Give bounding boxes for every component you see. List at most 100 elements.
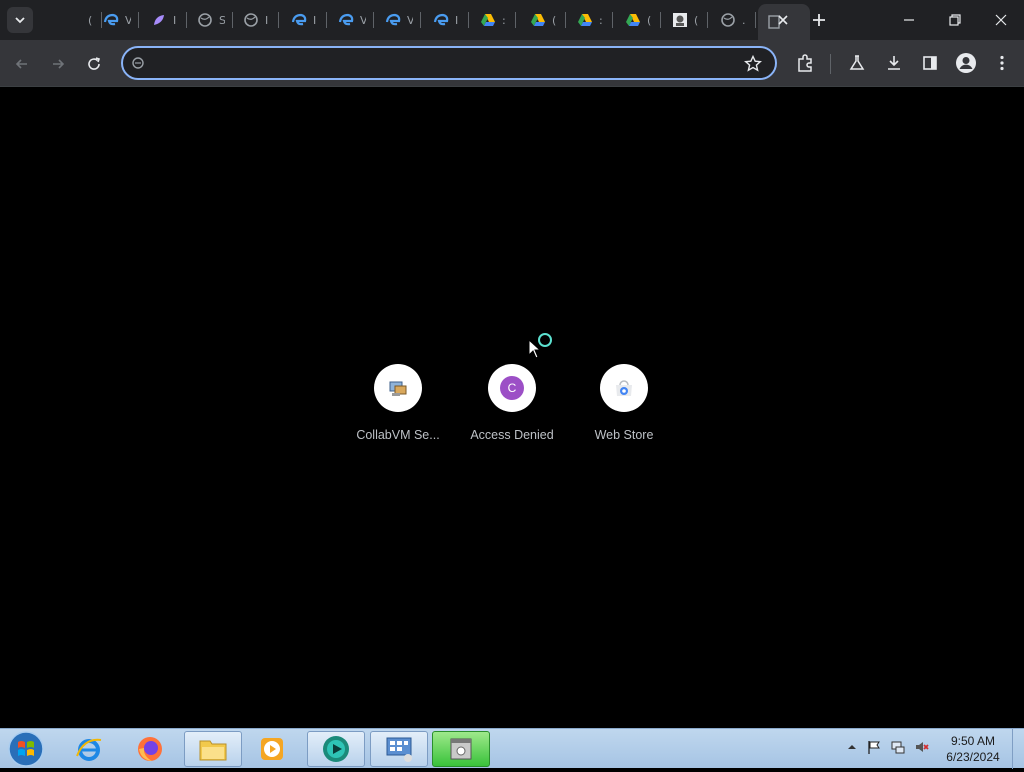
page-info-icon[interactable] [131, 56, 145, 70]
globe-icon [244, 13, 258, 27]
action-center-flag-icon[interactable] [866, 739, 882, 755]
address-input[interactable] [151, 53, 731, 73]
tab-5[interactable]: I [233, 8, 279, 32]
tab-title: : [599, 13, 603, 27]
taskbar-media-player[interactable] [243, 731, 301, 767]
shortcut-access-denied[interactable]: C Access Denied [456, 364, 568, 442]
labs-button[interactable] [845, 51, 869, 75]
toolbar [0, 40, 1024, 87]
control-panel-icon [386, 737, 412, 762]
shortcut-icon-circle: C [488, 364, 536, 412]
tab-2[interactable]: V [93, 8, 139, 32]
chrome-like-icon [323, 736, 349, 762]
shortcut-icon-circle [600, 364, 648, 412]
tab-title: ( [694, 13, 699, 27]
tab-divider [278, 12, 279, 28]
tab-13[interactable]: ( [615, 8, 661, 32]
tab-divider [373, 12, 374, 28]
reload-icon [88, 57, 101, 70]
media-player-icon [261, 738, 283, 760]
tab-3[interactable]: I [141, 8, 187, 32]
arrow-right-icon [53, 59, 65, 69]
tab-title: I [313, 13, 317, 27]
minimize-icon[interactable] [899, 10, 919, 30]
side-panel-button[interactable] [918, 51, 942, 75]
browser-chrome: (V I S I I V V I:(:((. [0, 0, 1024, 87]
tab-title: V [125, 13, 131, 27]
internet-explorer-icon [76, 738, 102, 761]
explorer-icon [199, 740, 227, 761]
restore-icon[interactable] [945, 10, 965, 30]
tab-title: V [407, 13, 413, 27]
tab-divider [612, 12, 613, 28]
tab-8[interactable]: V [375, 8, 421, 32]
letter-c-icon: C [500, 376, 524, 400]
edge-icon [433, 13, 449, 26]
start-button[interactable] [6, 730, 46, 768]
back-button[interactable] [10, 52, 34, 76]
tray-expand-icon[interactable] [844, 739, 860, 755]
tab-7[interactable]: V [328, 8, 374, 32]
side-panel-icon [923, 56, 937, 70]
tab-4[interactable]: S [187, 8, 233, 32]
tab-title: V [360, 13, 366, 27]
new-tab-icon[interactable] [810, 11, 828, 29]
drive-icon [578, 14, 592, 26]
bookmark-star-icon[interactable] [743, 54, 763, 74]
close-tab-icon[interactable] [775, 12, 791, 28]
edge-icon [385, 13, 401, 26]
edge-icon [103, 13, 119, 26]
tab-12[interactable]: : [567, 8, 613, 32]
tab-10[interactable]: : [470, 8, 516, 32]
volume-muted-icon[interactable] [914, 739, 930, 755]
tab-14[interactable]: ( [662, 8, 708, 32]
tab-6[interactable]: I [281, 8, 327, 32]
tab-15[interactable]: . [710, 8, 756, 32]
tab-title: I [455, 13, 459, 27]
photo-icon [673, 13, 687, 27]
download-icon [888, 56, 900, 70]
tab-9[interactable]: I [423, 8, 469, 32]
taskbar-browser[interactable] [307, 731, 365, 767]
reload-button[interactable] [82, 52, 106, 76]
taskbar-active-app[interactable] [432, 731, 490, 767]
flask-icon [849, 55, 865, 70]
page-icon [66, 12, 82, 28]
system-clock[interactable]: 9:50 AM 6/23/2024 [940, 733, 1006, 765]
network-icon[interactable] [890, 739, 906, 755]
address-bar[interactable] [121, 46, 777, 80]
taskbar-file-explorer[interactable] [184, 731, 242, 767]
globe-icon [721, 13, 735, 27]
profile-button[interactable] [954, 51, 978, 75]
downloads-button[interactable] [882, 51, 906, 75]
arrow-left-icon [15, 59, 27, 69]
taskbar-control-panel[interactable] [370, 731, 428, 767]
taskbar-internet-explorer[interactable] [60, 731, 118, 767]
tab-divider [755, 12, 756, 28]
more-vert-icon [1000, 55, 1004, 71]
forward-button[interactable] [46, 52, 70, 76]
edge-icon [338, 13, 354, 26]
taskbar-firefox[interactable] [121, 731, 179, 767]
tab-divider [707, 12, 708, 28]
close-window-icon[interactable] [991, 10, 1011, 30]
shortcut-web-store[interactable]: Web Store [568, 364, 680, 442]
firefox-icon [138, 737, 162, 761]
avatar-icon [956, 53, 976, 73]
shortcut-label: CollabVM Se... [356, 428, 440, 442]
menu-button[interactable] [990, 51, 1014, 75]
show-desktop-button[interactable] [1012, 729, 1024, 769]
chevron-down-icon [15, 17, 25, 24]
tab-11[interactable]: ( [520, 8, 566, 32]
shortcut-label: Web Store [594, 428, 654, 442]
shortcut-collabvm[interactable]: CollabVM Se... [342, 364, 454, 442]
tab-title: I [173, 13, 177, 27]
drive-icon [481, 14, 495, 26]
tab-search-button[interactable] [7, 7, 33, 33]
tab-title: ( [647, 13, 652, 27]
toolbar-divider [830, 54, 831, 74]
windows-taskbar: 9:50 AM 6/23/2024 [0, 728, 1024, 769]
extensions-button[interactable] [793, 51, 817, 75]
tab-divider [468, 12, 469, 28]
mouse-cursor-icon [528, 339, 542, 359]
